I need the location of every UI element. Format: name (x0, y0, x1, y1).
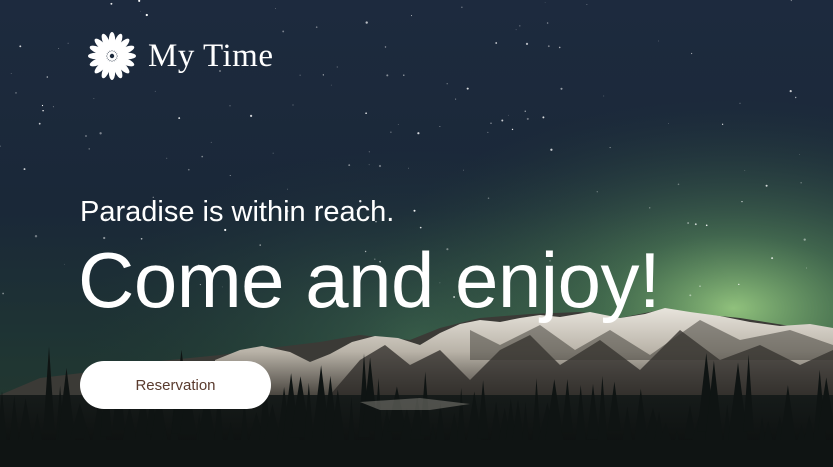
flower-icon (88, 32, 136, 80)
brand-logo[interactable]: My Time (86, 30, 273, 82)
brand-name: My Time (148, 37, 274, 74)
hero-tagline: Paradise is within reach. (80, 196, 395, 228)
reservation-button[interactable]: Reservation (80, 361, 271, 409)
hero-section: My Time Paradise is within reach. Come a… (0, 0, 833, 467)
hero-headline: Come and enjoy! (78, 236, 661, 324)
